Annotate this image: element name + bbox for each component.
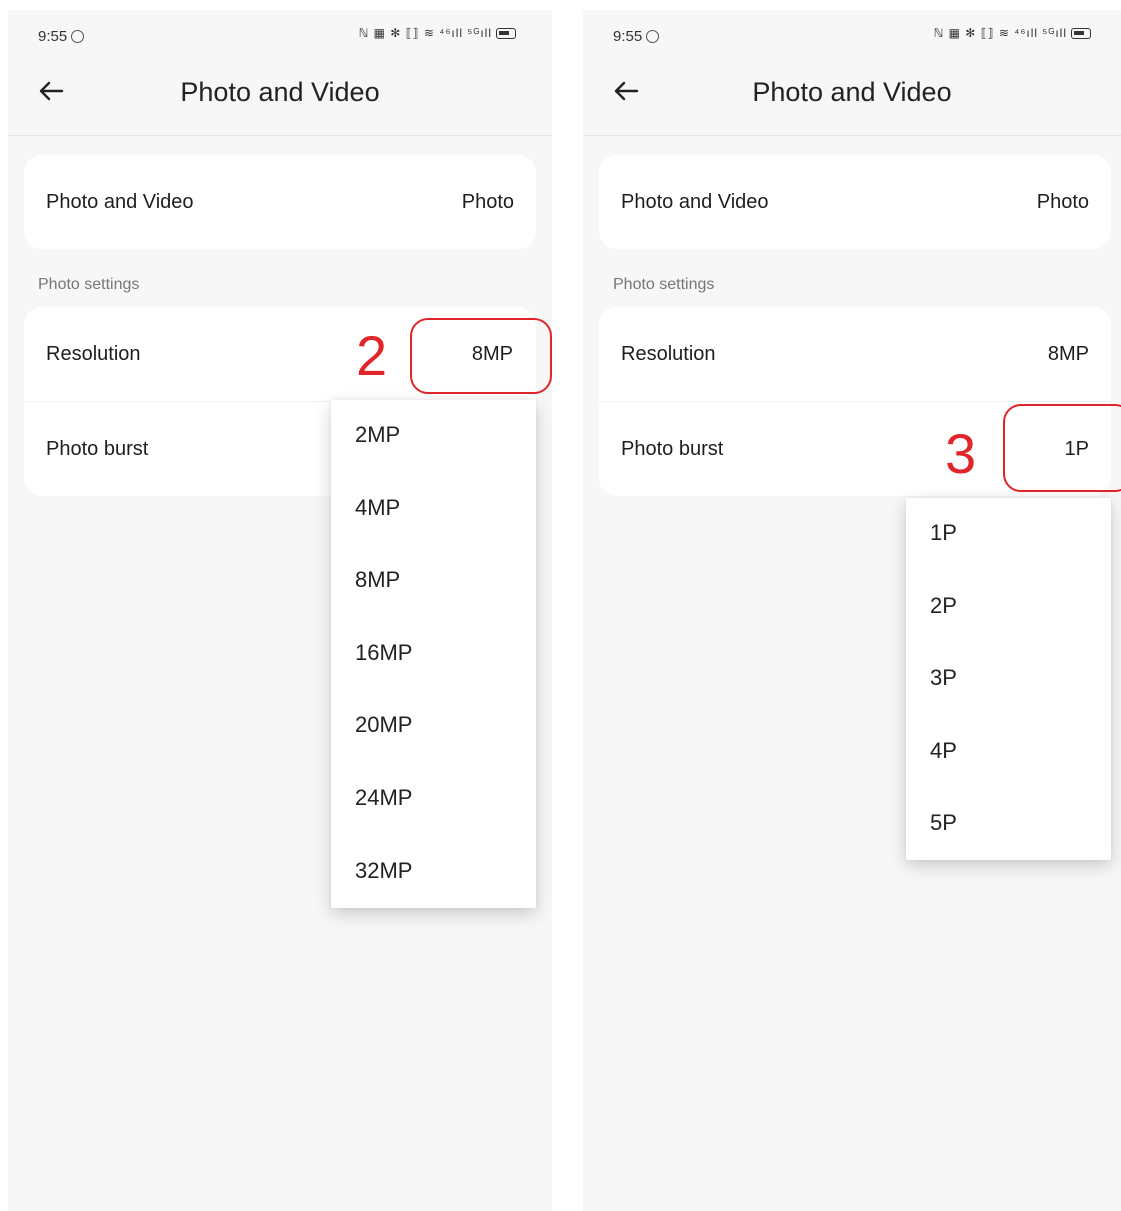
alarm-icon	[646, 30, 660, 43]
status-icons: ℕ ▦ ✻ ⟦⟧ ≋ ⁴⁶ıll ⁵ᴳıll	[934, 26, 1091, 40]
section-label-photo-settings: Photo settings	[38, 276, 140, 293]
status-icons: ℕ ▦ ✻ ⟦⟧ ≋ ⁴⁶ıll ⁵ᴳıll	[359, 26, 516, 40]
photo-burst-dropdown: 1P 2P 3P 4P 5P	[906, 498, 1111, 860]
mode-row[interactable]: Photo and Video Photo	[599, 155, 1111, 249]
status-bar: 9:55 ℕ ▦ ✻ ⟦⟧ ≋ ⁴⁶ıll ⁵ᴳıll	[583, 10, 1121, 60]
dropdown-option[interactable]: 4P	[906, 716, 1111, 789]
page-title: Photo and Video	[180, 77, 380, 107]
resolution-value[interactable]: 8MP	[1048, 343, 1089, 366]
battery-icon	[496, 27, 516, 39]
mode-row-label: Photo and Video	[46, 191, 194, 213]
status-indicators-icon: ℕ ▦ ✻ ⟦⟧ ≋ ⁴⁶ıll ⁵ᴳıll	[358, 26, 492, 40]
page-title: Photo and Video	[752, 77, 952, 107]
status-time: 9:55	[38, 28, 85, 45]
app-bar: Photo and Video	[8, 60, 552, 136]
dropdown-option[interactable]: 1P	[906, 498, 1111, 571]
section-label-photo-settings: Photo settings	[613, 276, 715, 293]
mode-card: Photo and Video Photo	[24, 155, 536, 249]
annotation-step-number: 2	[356, 324, 388, 387]
app-bar: Photo and Video	[583, 60, 1121, 136]
battery-icon	[1071, 27, 1091, 39]
mode-row-value: Photo	[1036, 191, 1089, 213]
dropdown-option[interactable]: 20MP	[331, 690, 536, 763]
dropdown-option[interactable]: 5P	[906, 788, 1111, 861]
dropdown-option[interactable]: 16MP	[331, 618, 536, 691]
annotation-highlight-box	[410, 318, 552, 394]
dropdown-option[interactable]: 4MP	[331, 473, 536, 546]
annotation-highlight-box	[1003, 404, 1121, 492]
resolution-row[interactable]: Resolution 8MP	[599, 307, 1111, 401]
resolution-label: Resolution	[46, 343, 141, 365]
dropdown-option[interactable]: 3P	[906, 643, 1111, 716]
dropdown-option[interactable]: 32MP	[331, 836, 536, 909]
resolution-dropdown: 2MP 4MP 8MP 16MP 20MP 24MP 32MP	[331, 400, 536, 908]
mode-row-label: Photo and Video	[621, 191, 769, 213]
photo-burst-label: Photo burst	[46, 438, 149, 460]
phone-screen-right: 9:55 ℕ ▦ ✻ ⟦⟧ ≋ ⁴⁶ıll ⁵ᴳıll Photo and Vi…	[583, 10, 1121, 1211]
dropdown-option[interactable]: 8MP	[331, 545, 536, 618]
resolution-label: Resolution	[621, 343, 716, 365]
phone-screen-left: 9:55 ℕ ▦ ✻ ⟦⟧ ≋ ⁴⁶ıll ⁵ᴳıll Photo and Vi…	[8, 10, 552, 1211]
dropdown-option[interactable]: 2MP	[331, 400, 536, 473]
photo-burst-label: Photo burst	[621, 438, 724, 460]
mode-row-value: Photo	[461, 191, 514, 213]
annotation-step-number: 3	[945, 422, 977, 485]
mode-card: Photo and Video Photo	[599, 155, 1111, 249]
alarm-icon	[71, 30, 85, 43]
dropdown-option[interactable]: 2P	[906, 571, 1111, 644]
status-time: 9:55	[613, 28, 660, 45]
status-indicators-icon: ℕ ▦ ✻ ⟦⟧ ≋ ⁴⁶ıll ⁵ᴳıll	[933, 26, 1067, 40]
mode-row[interactable]: Photo and Video Photo	[24, 155, 536, 249]
status-bar: 9:55 ℕ ▦ ✻ ⟦⟧ ≋ ⁴⁶ıll ⁵ᴳıll	[8, 10, 552, 60]
dropdown-option[interactable]: 24MP	[331, 763, 536, 836]
